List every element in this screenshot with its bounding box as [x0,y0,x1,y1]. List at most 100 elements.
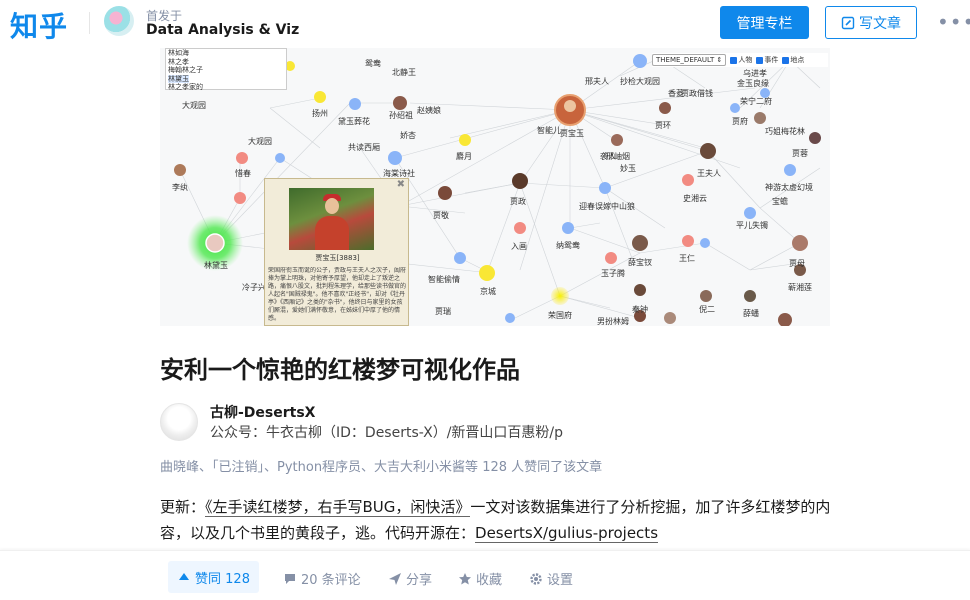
node-photo [438,186,452,200]
manage-column-button[interactable]: 管理专栏 [720,6,809,39]
node-photo [634,284,646,296]
likers-summary[interactable]: 曲晓峰、「已注销」、Python程序员、大吉大利小米酱等 128 人赞同了该文章 [160,456,602,475]
node-blue [700,238,710,248]
node-red [682,174,694,186]
list-item[interactable]: 林之孝 [168,58,284,67]
node-photo [792,235,808,251]
header-divider [89,12,90,34]
node-label: 贾瑞 [435,307,451,316]
column-name-link[interactable]: Data Analysis & Viz [146,22,299,38]
write-article-label: 写文章 [859,15,901,32]
node-label: 贾宝玉 [560,129,584,138]
comment-icon [285,573,295,584]
character-listbox[interactable]: 林如海 林之孝 梅翰林之子 林黛玉 林之孝家的 [165,48,287,92]
node-photo [611,134,623,146]
node-label: 北静王 [392,68,416,77]
favorite-label: 收藏 [476,573,503,588]
article-link[interactable]: 《左手读红楼梦，右手写BUG，闲快活》 [205,498,471,517]
node-label: 薛宝钗 [628,258,652,267]
settings-button[interactable]: 设置 [529,569,573,588]
list-item[interactable]: 梅翰林之子 [168,66,284,75]
node-label: 史湘云 [683,194,707,203]
theme-select[interactable]: THEME_DEFAULT ⇕ [652,54,727,66]
node-label: 入画 [511,242,527,251]
node-label: 贾蓉 [792,149,808,158]
favorite-button[interactable]: 收藏 [458,569,502,588]
node-label: 京城 [480,287,496,296]
node-label: 金玉良缘 [737,79,769,88]
node-blue [388,151,402,165]
node-label: 邢夫人 [585,77,609,86]
node-photo [512,173,528,189]
node-label: 薛蟠 [743,309,759,318]
node-label: 麝月 [456,152,472,161]
repo-link[interactable]: DesertsX/gulius-projects [475,524,659,543]
node-photo [393,96,407,110]
node-label: 邢岫烟 [606,152,630,161]
node-label: 扬州 [312,109,328,118]
write-article-button[interactable]: 写文章 [825,6,917,39]
author-bio: 公众号：牛衣古柳（ID：Deserts-X）/新晋山口百惠粉/p [210,425,564,441]
node-label: 迎春误嫁中山狼 [579,202,635,211]
share-label: 分享 [406,573,433,588]
node-label: 赵姨娘 [417,106,441,115]
article-title: 安利一个惊艳的红楼梦可视化作品 [160,356,520,384]
node-blue [784,164,796,176]
network-visualization-image: 鸳鸯 北静王 邢夫人 抄检大观园 贾府 金玉良缘 大观园 扬州 黛玉葬花 赵姨娘… [160,48,830,326]
node-blue [349,98,361,110]
gear-icon [530,572,542,585]
node-label: 蕲湘莲 [788,283,812,292]
node-label: 纳鸳鸯 [556,241,580,250]
node-photo [632,235,648,251]
node-label: 荣宁二府 [740,97,772,106]
node-blue [744,207,756,219]
node-label: 贾母 [789,259,805,268]
close-icon[interactable]: ✖ [397,179,405,190]
node-label: 贾敬 [433,211,449,220]
author-name[interactable]: 古柳-DesertsX [210,402,315,422]
node-red [605,252,617,264]
node-blue [599,182,611,194]
comments-label: 20 条评论 [301,573,361,588]
character-info-popup: ✖ 贾宝玉[3883] 荣国府衔玉而诞的公子，贾政与王夫人之次子，阖府捧为掌上明… [264,178,409,326]
node-label: 乌进孝 [743,69,767,78]
node-yellow [314,91,326,103]
more-options-icon[interactable]: ••• [937,10,970,34]
checkbox-place[interactable]: 地点 [782,55,804,65]
checkbox-checked-icon [756,56,764,64]
article-body: 更新：《左手读红楼梦，右手写BUG，闲快活》一文对该数据集进行了分析挖掘，加了许… [160,494,840,546]
share-button[interactable]: 分享 [388,569,432,588]
node-jingcheng [479,265,495,281]
node-photo [754,112,766,124]
node-label: 大观园 [182,101,206,110]
node-label: 荣国府 [548,311,572,320]
zhihu-logo[interactable]: 知乎 [10,5,68,45]
upvote-button[interactable]: 赞同 128 [168,561,259,593]
node-label: 王仁 [679,254,695,263]
popup-description: 荣国府衔玉而诞的公子，贾政与王夫人之次子，阖府捧为掌上明珠，对他寄予厚望，他却走… [268,267,407,322]
node-label: 妙玉 [620,164,636,173]
node-blue [633,54,647,68]
node-photo [778,313,792,326]
node-label: 冷子兴 [242,283,266,292]
upvote-triangle-icon [179,573,190,580]
checkbox-person[interactable]: 人物 [730,55,752,65]
star-icon [459,572,471,584]
node-photo [744,290,756,302]
popup-caption: 贾宝玉[3883] [315,254,360,262]
node-red [236,152,248,164]
comments-button[interactable]: 20 条评论 [283,569,361,588]
list-item[interactable]: 林之孝家的 [168,83,284,92]
node-label: 贾府 [732,117,748,126]
viz-control-bar: THEME_DEFAULT ⇕ 人物 事件 地点 [652,53,828,67]
checkbox-event[interactable]: 事件 [756,55,778,65]
body-prefix: 更新： [160,498,206,516]
node-blue [562,222,574,234]
column-avatar[interactable] [104,6,134,36]
list-item[interactable]: 林如海 [168,49,284,58]
author-avatar[interactable] [160,403,198,441]
list-item-selected[interactable]: 林黛玉 [168,74,189,83]
node-label: 神游太虚幻境 [765,183,813,192]
node-label: 贾政借钱 [681,89,713,98]
node-label: 抄检大观园 [620,77,660,86]
